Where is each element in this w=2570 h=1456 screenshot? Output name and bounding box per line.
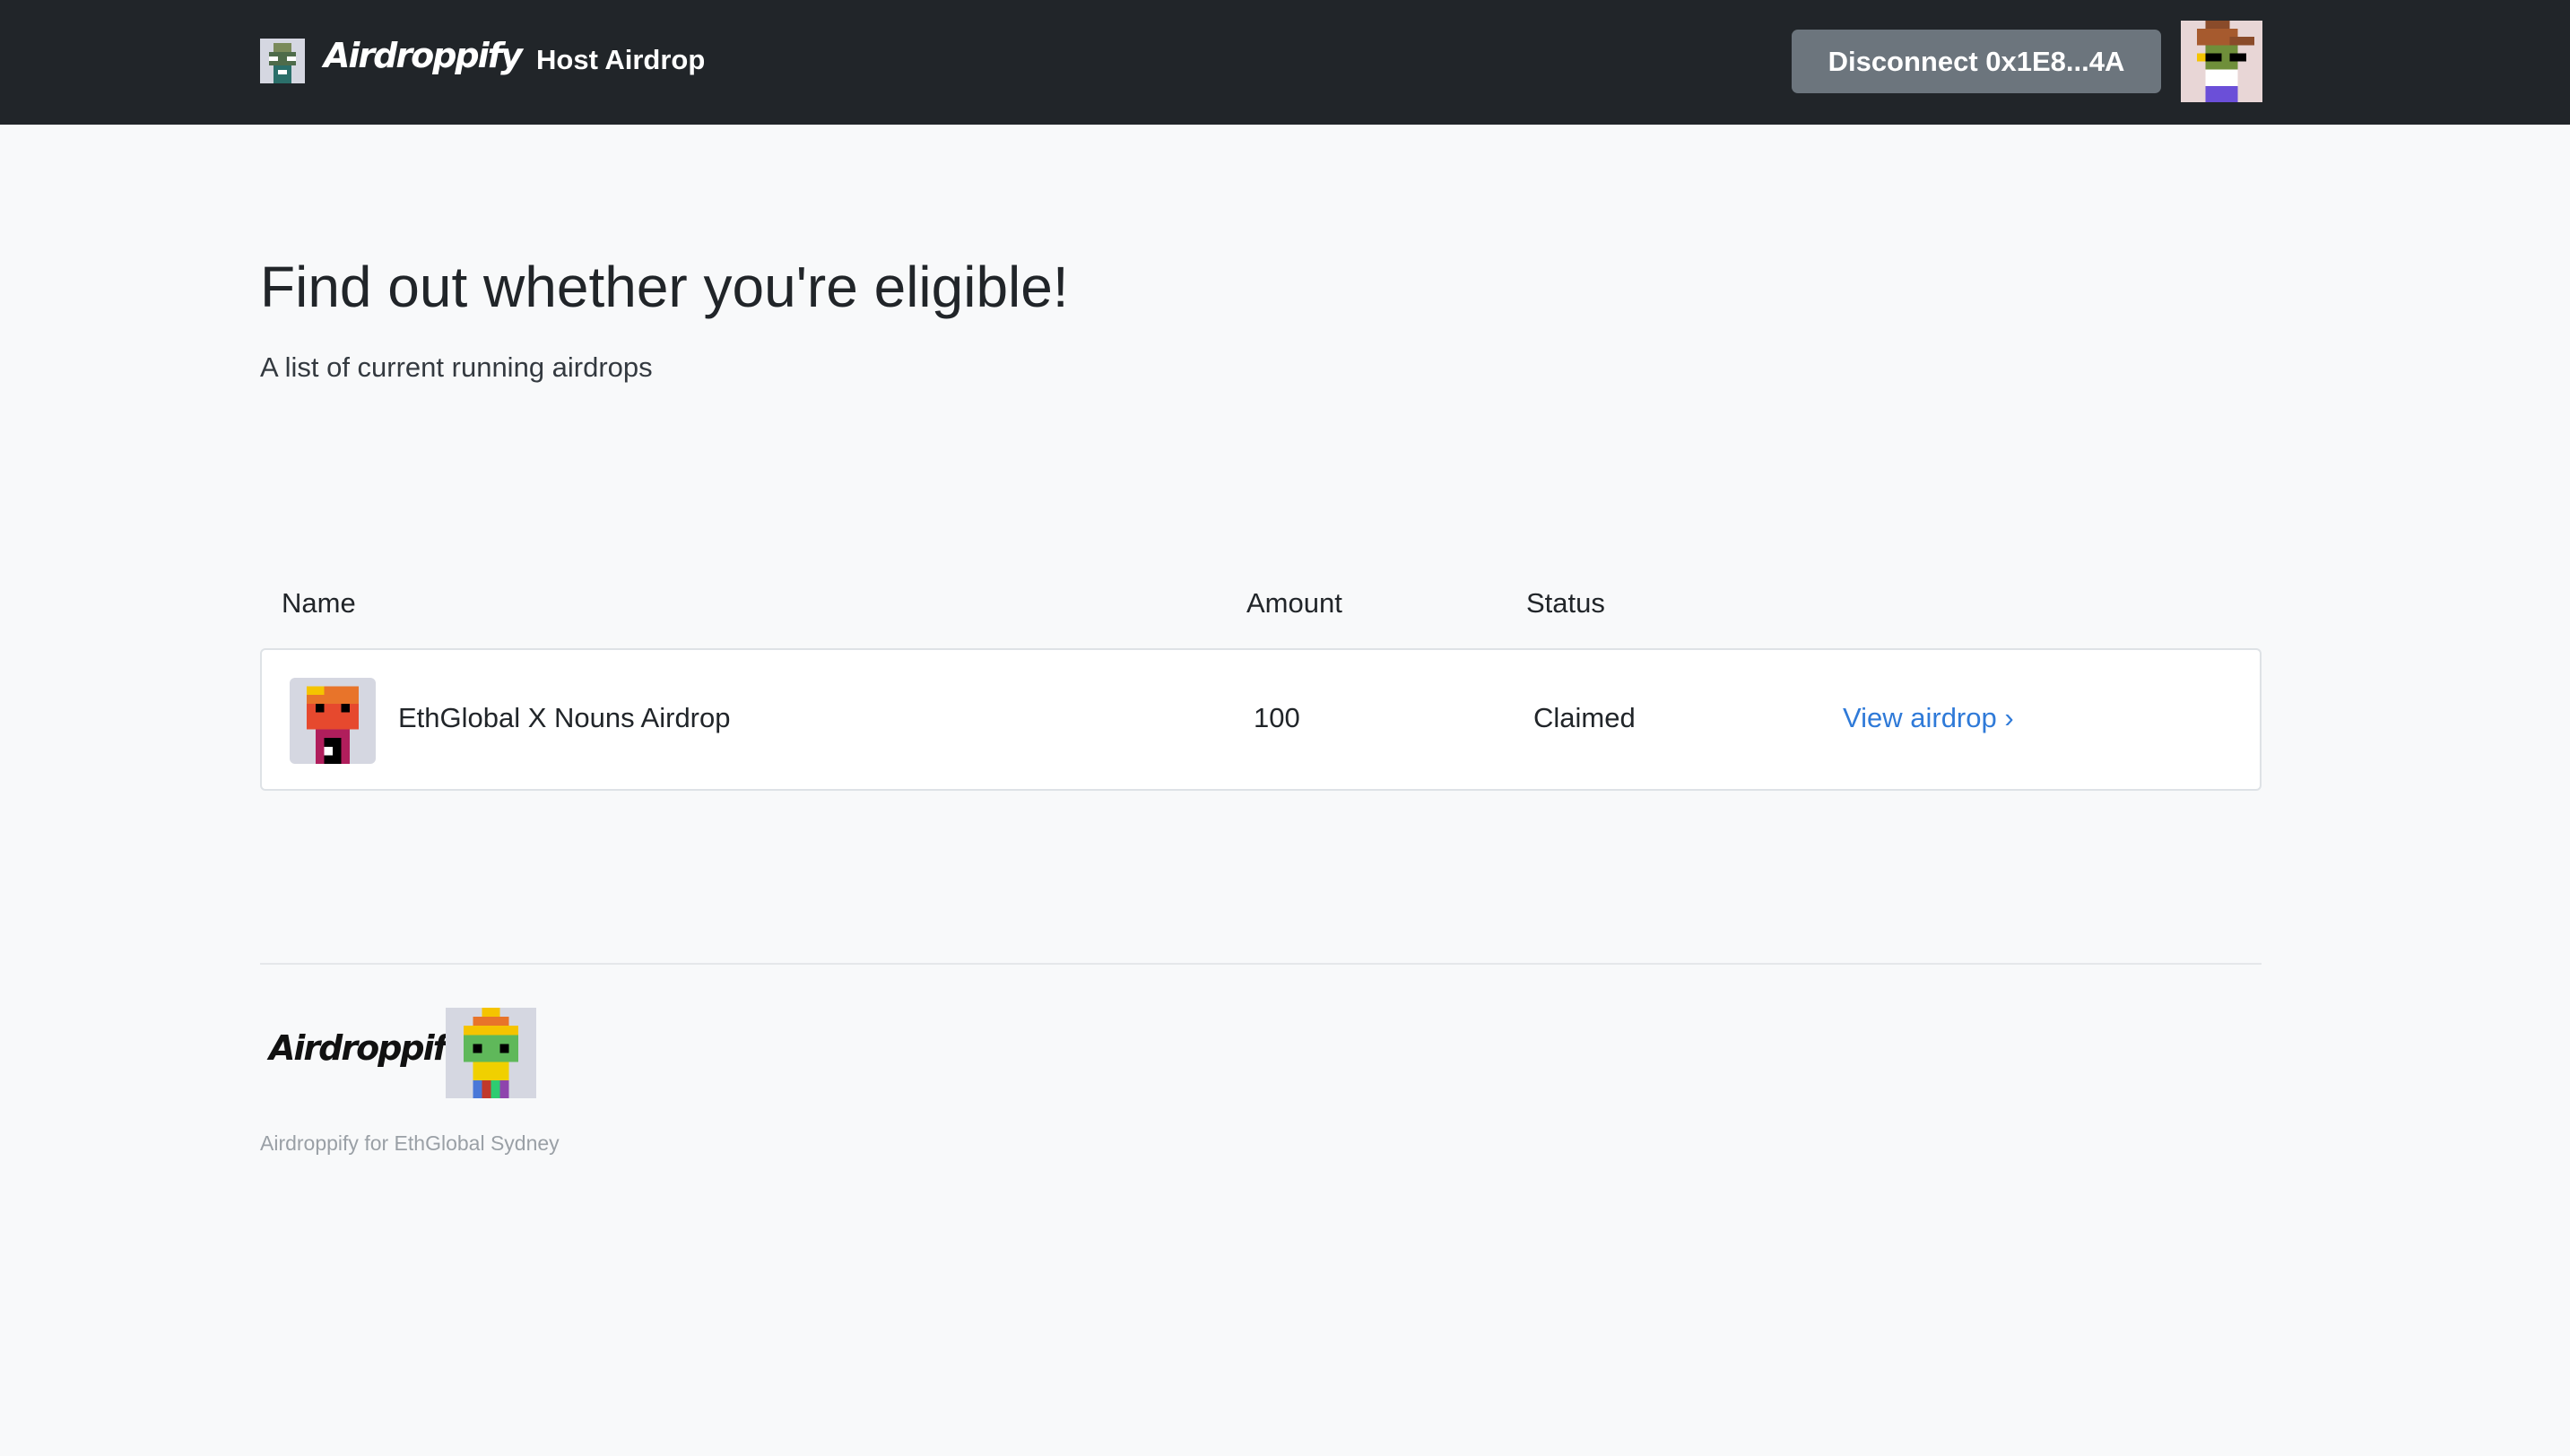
footer-caption: Airdroppify for EthGlobal Sydney	[260, 1131, 560, 1155]
status-badge: Claimed	[1533, 702, 1636, 733]
user-avatar-noun-icon[interactable]	[2181, 21, 2262, 102]
airdrop-name: EthGlobal X Nouns Airdrop	[398, 702, 731, 733]
table-row[interactable]: EthGlobal X Nouns Airdrop 100 Claimed Vi…	[260, 648, 2262, 791]
footer-brand-logo[interactable]: Airdroppify	[269, 1028, 468, 1068]
disconnect-wallet-button[interactable]: Disconnect 0x1E8...4A	[1792, 30, 2161, 93]
airdrop-noun-icon	[290, 678, 376, 764]
page-subtitle: A list of current running airdrops	[260, 351, 653, 383]
view-airdrop-link[interactable]: View airdrop ›	[1843, 702, 2014, 734]
host-airdrop-link[interactable]: Host Airdrop	[536, 44, 705, 76]
airdrop-amount: 100	[1254, 702, 1300, 733]
column-header-status: Status	[1526, 587, 1605, 619]
navbar: Airdroppify Host Airdrop Disconnect 0x1E…	[0, 0, 2570, 125]
footer-noun-icon	[446, 1008, 536, 1098]
nav-logo-noun-icon[interactable]	[260, 39, 305, 83]
column-header-name: Name	[282, 587, 356, 619]
column-header-amount: Amount	[1246, 587, 1342, 619]
footer-divider	[260, 963, 2262, 965]
brand-logo-text[interactable]: Airdroppify	[324, 36, 523, 75]
page-title: Find out whether you're eligible!	[260, 255, 1069, 319]
